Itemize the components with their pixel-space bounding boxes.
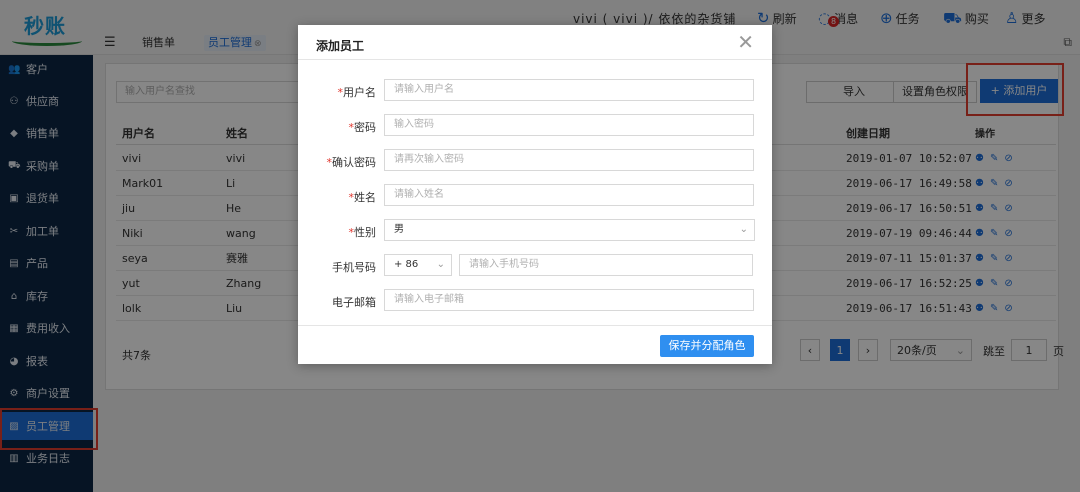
close-icon[interactable]: ✕ (737, 32, 754, 52)
email-label: 电子邮箱 (332, 296, 376, 309)
phone-field[interactable]: 请输入手机号码 (459, 254, 753, 276)
username-label: *用户名 (337, 86, 377, 99)
divider (298, 325, 772, 326)
save-and-assign-role-button[interactable]: 保存并分配角色 (660, 335, 754, 357)
email-field[interactable]: 请输入电子邮箱 (384, 289, 754, 311)
password-label: *密码 (348, 121, 377, 134)
country-code-value: + 86 (394, 259, 419, 270)
gender-value: 男 (394, 224, 404, 235)
name-label: *姓名 (348, 191, 377, 204)
confirm-password-label: *确认密码 (326, 156, 377, 169)
gender-label: *性别 (348, 226, 377, 239)
confirm-password-field[interactable]: 请再次输入密码 (384, 149, 754, 171)
gender-select[interactable]: 男 ⌄ (384, 219, 755, 241)
dialog-title: 添加员工 (316, 39, 365, 53)
country-code-select[interactable]: + 86 ⌄ (384, 254, 452, 276)
password-field[interactable]: 输入密码 (384, 114, 754, 136)
add-employee-dialog: 添加员工 ✕ *用户名 请输入用户名 *密码 输入密码 *确认密码 请再次输入密… (298, 25, 772, 364)
divider (298, 59, 772, 60)
phone-label: 手机号码 (332, 261, 376, 274)
username-field[interactable]: 请输入用户名 (384, 79, 754, 101)
name-field[interactable]: 请输入姓名 (384, 184, 754, 206)
chevron-down-icon: ⌄ (739, 224, 748, 235)
chevron-down-icon: ⌄ (436, 259, 445, 270)
